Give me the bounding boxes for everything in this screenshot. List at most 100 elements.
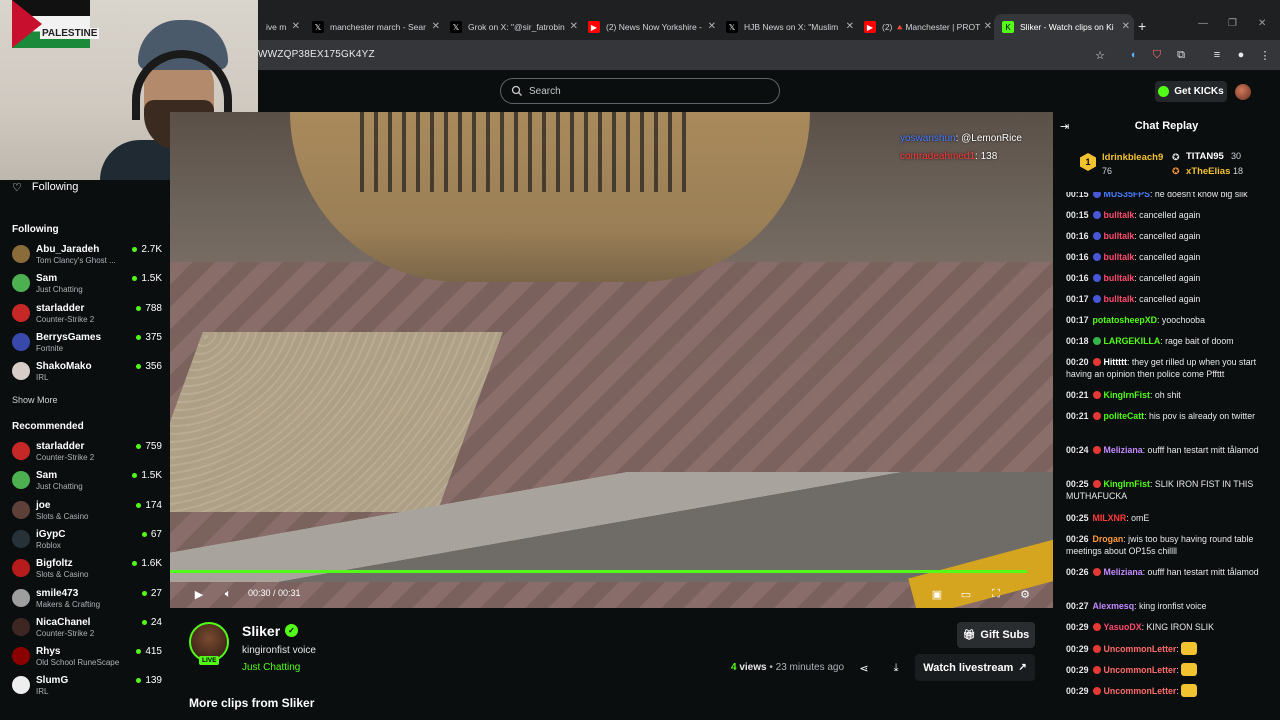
new-tab-button[interactable]: +	[1138, 18, 1146, 34]
chat-username[interactable]: bulltalk	[1104, 273, 1135, 283]
close-tab-icon[interactable]: ✕	[708, 21, 716, 32]
sidebar-channel-item[interactable]: joe Slots & Casino 174	[12, 498, 162, 526]
profile-icon[interactable]: ●	[1234, 48, 1248, 62]
chat-username[interactable]: KingIrnFist	[1104, 479, 1150, 489]
sidebar-channel-item[interactable]: NicaChanel Counter-Strike 2 24	[12, 615, 162, 643]
channel-name: smile473	[36, 587, 79, 599]
category-link[interactable]: Just Chatting	[242, 662, 300, 673]
fullscreen-icon[interactable]: ⛶	[988, 586, 1004, 602]
leaderboard-top-name[interactable]: ldrinkbleach9	[1102, 152, 1163, 163]
theater-mode-icon[interactable]: ▭	[958, 586, 974, 602]
chat-username[interactable]: bulltalk	[1104, 210, 1135, 220]
chat-username[interactable]: LARGEKILLA	[1104, 336, 1161, 346]
video-progress-bar[interactable]	[170, 570, 1027, 573]
chat-username[interactable]: KingIrnFist	[1104, 390, 1150, 400]
user-badge-icon	[1092, 253, 1101, 261]
chat-username[interactable]: Hittttt	[1104, 357, 1127, 367]
viewer-count: 27	[141, 588, 162, 599]
url-text[interactable]: WWZQP38EX175GK4YZ	[258, 49, 375, 60]
chat-username[interactable]: MUS35FPS	[1104, 192, 1150, 199]
chat-username[interactable]: MILXNR	[1093, 513, 1127, 523]
get-kicks-button[interactable]: Get KICKs	[1155, 81, 1227, 102]
chat-username[interactable]: UncommonLetter	[1104, 686, 1177, 696]
channel-category: Makers & Crafting	[36, 599, 101, 609]
live-dot-icon	[136, 334, 142, 340]
show-more-link[interactable]: Show More	[12, 395, 58, 405]
gift-subs-button[interactable]: 🎁︎ Gift Subs	[957, 622, 1035, 648]
extension-signal-icon[interactable]: ◖	[1126, 48, 1140, 62]
user-avatar[interactable]	[1235, 84, 1251, 100]
close-tab-icon[interactable]: ✕	[1122, 21, 1130, 32]
sidebar-channel-item[interactable]: smile473 Makers & Crafting 27	[12, 586, 162, 614]
chat-username[interactable]: Alexmesq	[1093, 601, 1135, 611]
close-window-icon[interactable]: ✕	[1258, 18, 1266, 29]
chat-text: : king ironfist voice	[1134, 601, 1207, 611]
extensions-puzzle-icon[interactable]: ⧉	[1174, 48, 1188, 62]
sidebar-channel-item[interactable]: starladder Counter-Strike 2 788	[12, 301, 162, 329]
sidebar-channel-item[interactable]: Rhys Old School RuneScape 415	[12, 644, 162, 672]
restore-icon[interactable]: ❐	[1228, 18, 1237, 29]
pip-icon[interactable]: ▣	[929, 586, 945, 602]
sidebar-channel-item[interactable]: Sam Just Chatting 1.5K	[12, 271, 162, 299]
media-control-icon[interactable]: ≡	[1210, 48, 1224, 62]
play-icon[interactable]: ▶	[191, 586, 207, 602]
browser-tab[interactable]: 𝕏 HJB News on X: "Muslim ✕	[718, 14, 858, 40]
close-tab-icon[interactable]: ✕	[984, 21, 992, 32]
close-tab-icon[interactable]: ✕	[846, 21, 854, 32]
watch-livestream-button[interactable]: Watch livestream ↗	[915, 654, 1035, 681]
leaderboard-third-name[interactable]: xTheElias	[1186, 166, 1230, 177]
chat-username[interactable]: bulltalk	[1104, 231, 1135, 241]
viewer-count: 356	[136, 361, 162, 372]
chat-username[interactable]: YasuoDX	[1104, 622, 1142, 632]
sidebar-channel-item[interactable]: starladder Counter-Strike 2 759	[12, 439, 162, 467]
views-word: views	[739, 662, 767, 673]
close-tab-icon[interactable]: ✕	[292, 21, 300, 32]
search-box[interactable]	[500, 78, 780, 104]
chat-username[interactable]: Drogan	[1093, 534, 1124, 544]
volume-icon[interactable]: 🔈︎	[220, 586, 236, 602]
browser-tab[interactable]: K Sliker - Watch clips on Ki ✕	[994, 14, 1134, 40]
chat-username[interactable]: bulltalk	[1104, 252, 1135, 262]
browser-tab[interactable]: 𝕏manchester march - Sear ✕	[304, 14, 444, 40]
sidebar-channel-item[interactable]: Bigfoltz Slots & Casino 1.6K	[12, 556, 162, 584]
chat-username[interactable]: bulltalk	[1104, 294, 1135, 304]
chat-text: : cancelled again	[1134, 252, 1201, 262]
share-icon[interactable]: ⋖	[856, 660, 872, 676]
viewer-count: 1.6K	[132, 558, 162, 569]
leaderboard-second-name[interactable]: TITAN95	[1186, 151, 1224, 162]
close-tab-icon[interactable]: ✕	[432, 21, 440, 32]
chat-username[interactable]: politeCatt	[1104, 411, 1145, 421]
chat-username[interactable]: UncommonLetter	[1104, 665, 1177, 675]
sidebar-channel-item[interactable]: Abu_Jaradeh Tom Clancy's Ghost ... 2.7K	[12, 242, 162, 270]
close-tab-icon[interactable]: ✕	[570, 21, 578, 32]
chat-username[interactable]: Meliziana	[1104, 445, 1143, 455]
sidebar-channel-item[interactable]: ShakoMako IRL 356	[12, 359, 162, 387]
sidebar-channel-item[interactable]: SlumG IRL 139	[12, 673, 162, 701]
kicks-coin-icon	[1158, 86, 1170, 97]
search-input[interactable]	[529, 85, 769, 97]
sidebar-channel-item[interactable]: BerrysGames Fortnite 375	[12, 330, 162, 358]
browser-tab[interactable]: 𝕏 Grok on X: "@sir_fatrobin ✕	[442, 14, 582, 40]
browser-menu-icon[interactable]: ⋮	[1258, 48, 1272, 62]
sidebar-following-link[interactable]: ♡ Following	[12, 180, 78, 194]
streamer-name[interactable]: Sliker	[242, 623, 280, 639]
minimize-icon[interactable]: —	[1198, 18, 1208, 29]
bookmark-star-icon[interactable]: ☆	[1093, 48, 1107, 62]
chat-username[interactable]: UncommonLetter	[1104, 644, 1177, 654]
sidebar-channel-item[interactable]: Sam Just Chatting 1.5K	[12, 468, 162, 496]
channel-avatar	[12, 245, 30, 263]
video-player[interactable]: yoswanshun: @LemonRice comradeahmed1: 13…	[170, 112, 1053, 608]
browser-tab[interactable]: ▶ (2) News Now Yorkshire - ✕	[580, 14, 720, 40]
tab-title: Sliker - Watch clips on Ki	[1020, 22, 1114, 32]
recommended-section-title: Recommended	[12, 421, 84, 432]
settings-icon[interactable]: ⚙	[1017, 586, 1033, 602]
browser-tab[interactable]: ▶ (2) 🔺Manchester | PROT ✕	[856, 14, 996, 40]
sidebar-channel-item[interactable]: iGypC Roblox 67	[12, 527, 162, 555]
extension-shield-icon[interactable]: ⛉	[1150, 48, 1164, 62]
download-icon[interactable]: ⤓	[888, 660, 904, 676]
chat-username[interactable]: Meliziana	[1104, 567, 1143, 577]
chat-timestamp: 00:16	[1066, 252, 1089, 262]
chat-username[interactable]: potatosheepXD	[1093, 315, 1158, 325]
chat-message: 00:16 bulltalk: cancelled again	[1066, 272, 1276, 284]
browser-tab[interactable]: ive m ✕	[258, 14, 304, 40]
